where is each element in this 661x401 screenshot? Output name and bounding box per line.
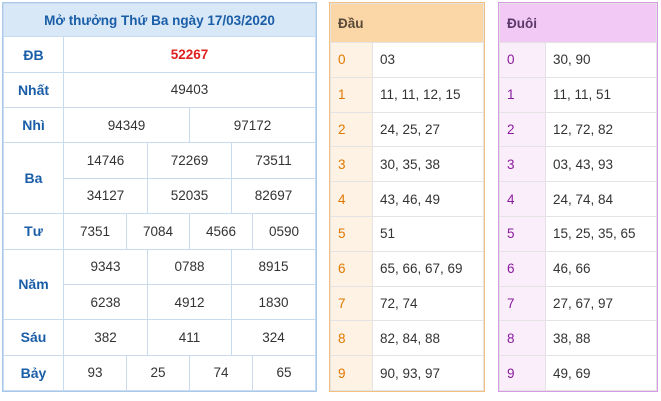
head-table-header: Đầu bbox=[330, 3, 484, 43]
prize-value: 93 bbox=[63, 354, 127, 392]
head-index: 0 bbox=[330, 42, 373, 78]
prize-value: 52267 bbox=[63, 36, 316, 73]
head-values: 90, 93, 97 bbox=[372, 355, 484, 391]
prize-value: 52035 bbox=[147, 177, 232, 215]
prize-value: 7351 bbox=[63, 213, 127, 250]
head-index: 1 bbox=[330, 76, 373, 113]
head-values: 43, 46, 49 bbox=[372, 181, 484, 217]
tail-index: 4 bbox=[499, 181, 546, 217]
tail-values: 46, 66 bbox=[545, 250, 657, 287]
tail-index: 6 bbox=[499, 250, 546, 287]
tail-index: 5 bbox=[499, 215, 546, 252]
head-index: 8 bbox=[330, 320, 373, 357]
prize-value: 6238 bbox=[63, 283, 148, 321]
prize-value: 34127 bbox=[63, 177, 148, 215]
tail-index: 8 bbox=[499, 320, 546, 357]
head-values: 72, 74 bbox=[372, 285, 484, 322]
tail-index: 1 bbox=[499, 76, 546, 113]
prize-label-nhi: Nhì bbox=[3, 107, 64, 144]
tail-digit-table: Đuôi 0 30, 90 1 11, 11, 51 2 12, 72, 82 3 03… bbox=[498, 2, 658, 392]
prize-value: 1830 bbox=[231, 283, 316, 321]
prize-value: 0590 bbox=[252, 213, 316, 250]
prize-value: 0788 bbox=[147, 248, 232, 285]
tail-index: 7 bbox=[499, 285, 546, 322]
tail-values: 15, 25, 35, 65 bbox=[545, 215, 657, 252]
prize-value: 8915 bbox=[231, 248, 316, 285]
tail-table-header: Đuôi bbox=[499, 3, 657, 43]
head-digit-table: Đầu 0 03 1 11, 11, 12, 15 2 24, 25, 27 3 30,… bbox=[329, 2, 485, 392]
prize-value: 74 bbox=[189, 354, 253, 392]
tail-values: 27, 67, 97 bbox=[545, 285, 657, 322]
prize-value: 382 bbox=[63, 319, 148, 356]
tail-values: 11, 11, 51 bbox=[545, 76, 657, 113]
results-title: Mở thưởng Thứ Ba ngày 17/03/2020 bbox=[3, 2, 316, 38]
head-index: 9 bbox=[330, 355, 373, 391]
prize-label-nam: Năm bbox=[3, 248, 64, 321]
tail-values: 30, 90 bbox=[545, 42, 657, 78]
prize-value: 9343 bbox=[63, 248, 148, 285]
prize-value: 4566 bbox=[189, 213, 253, 250]
tail-index: 3 bbox=[499, 146, 546, 183]
prize-value: 65 bbox=[252, 354, 316, 392]
prize-label-ba: Ba bbox=[3, 142, 64, 215]
tail-values: 12, 72, 82 bbox=[545, 111, 657, 148]
tail-index: 9 bbox=[499, 355, 546, 391]
tail-values: 49, 69 bbox=[545, 355, 657, 391]
prize-label-nhat: Nhất bbox=[3, 71, 64, 109]
prize-value: 72269 bbox=[147, 142, 232, 179]
head-values: 65, 66, 67, 69 bbox=[372, 250, 484, 287]
tail-values: 24, 74, 84 bbox=[545, 181, 657, 217]
head-index: 7 bbox=[330, 285, 373, 322]
prize-value: 7084 bbox=[126, 213, 190, 250]
head-values: 30, 35, 38 bbox=[372, 146, 484, 183]
head-index: 4 bbox=[330, 181, 373, 217]
head-index: 2 bbox=[330, 111, 373, 148]
prize-value: 411 bbox=[147, 319, 232, 356]
prize-value: 14746 bbox=[63, 142, 148, 179]
tail-index: 0 bbox=[499, 42, 546, 78]
prize-value: 73511 bbox=[231, 142, 316, 179]
prize-label-sau: Sáu bbox=[3, 319, 64, 356]
head-index: 5 bbox=[330, 215, 373, 252]
tail-values: 38, 88 bbox=[545, 320, 657, 357]
prize-value: 49403 bbox=[63, 71, 316, 109]
prize-value: 97172 bbox=[189, 107, 316, 144]
head-values: 82, 84, 88 bbox=[372, 320, 484, 357]
head-values: 11, 11, 12, 15 bbox=[372, 76, 484, 113]
head-index: 3 bbox=[330, 146, 373, 183]
head-values: 03 bbox=[372, 42, 484, 78]
head-values: 24, 25, 27 bbox=[372, 111, 484, 148]
tail-values: 03, 43, 93 bbox=[545, 146, 657, 183]
prize-label-bay: Bảy bbox=[3, 354, 64, 392]
tail-index: 2 bbox=[499, 111, 546, 148]
prize-value: 4912 bbox=[147, 283, 232, 321]
prize-value: 25 bbox=[126, 354, 190, 392]
head-values: 51 bbox=[372, 215, 484, 252]
prize-label-db: ĐB bbox=[3, 36, 64, 73]
prize-label-tu: Tư bbox=[3, 213, 64, 250]
lottery-results-table: Mở thưởng Thứ Ba ngày 17/03/2020 ĐB 5226… bbox=[2, 2, 317, 392]
head-index: 6 bbox=[330, 250, 373, 287]
prize-value: 94349 bbox=[63, 107, 190, 144]
prize-value: 324 bbox=[231, 319, 316, 356]
prize-value: 82697 bbox=[231, 177, 316, 215]
